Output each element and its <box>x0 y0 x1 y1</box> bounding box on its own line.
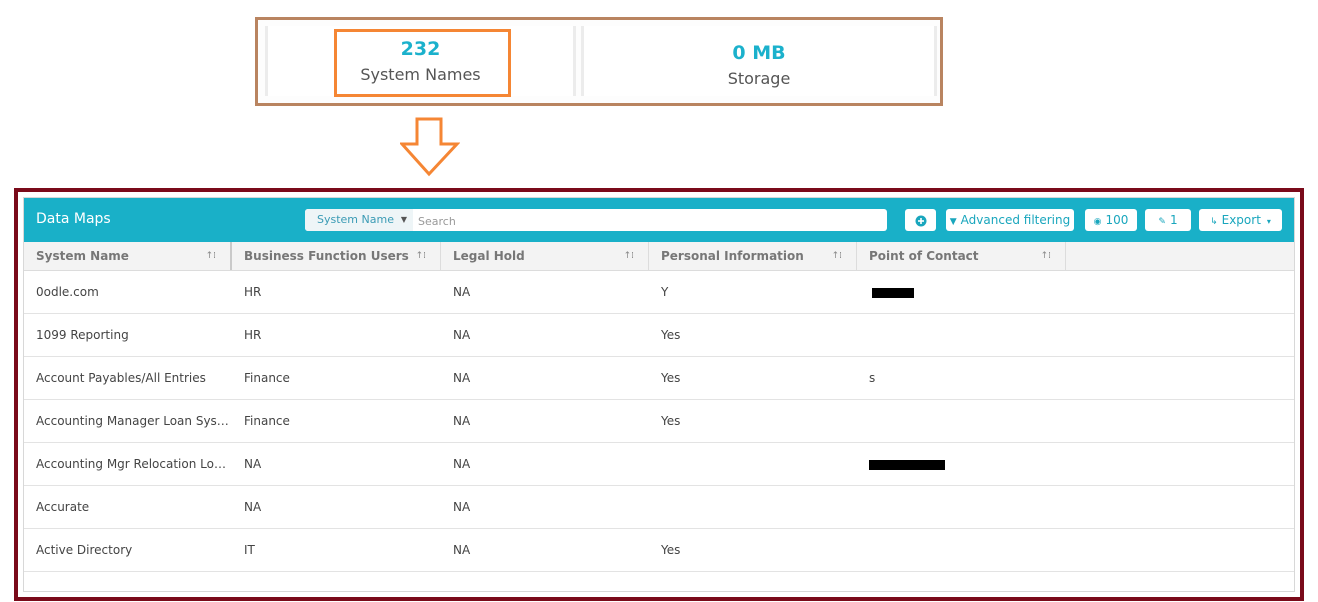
arrow-down-icon <box>400 117 460 177</box>
column-header-label: Legal Hold <box>453 249 525 263</box>
cell-legal-hold: NA <box>453 500 471 514</box>
cell-personal-information: Yes <box>661 414 681 428</box>
visible-count-label: 100 <box>1105 213 1129 227</box>
column-header-label: Personal Information <box>661 249 804 263</box>
redaction-bar <box>869 460 945 470</box>
cell-personal-information: Yes <box>661 543 681 557</box>
column-header-label: System Name <box>36 249 129 263</box>
advanced-filtering-label: Advanced filtering <box>960 213 1071 227</box>
add-button[interactable] <box>905 209 936 231</box>
advanced-filtering-button[interactable]: ▼ Advanced filtering <box>946 209 1074 231</box>
column-header-personal-information[interactable]: Personal Information ↑⁞ <box>649 242 857 270</box>
cell-point-of-contact <box>857 314 1066 356</box>
export-label: Export <box>1221 213 1261 227</box>
cell-business-function-users: IT <box>244 543 255 557</box>
search-bar: System Name ▼ <box>305 209 887 233</box>
plus-circle-icon <box>915 215 926 226</box>
cell-business-function-users: NA <box>244 457 262 471</box>
panel-title: Data Maps <box>36 211 111 227</box>
cell-point-of-contact: s <box>869 371 876 385</box>
redaction-bar <box>872 288 914 298</box>
cell-system-name[interactable]: Accounting Manager Loan Syste... <box>24 400 232 442</box>
search-field-select-label: System Name <box>317 213 394 226</box>
cell-point-of-contact <box>857 529 1066 571</box>
storage-value: 0 MB <box>732 42 786 64</box>
column-header-label: Business Function Users <box>244 249 409 263</box>
chevron-down-icon: ▼ <box>400 215 407 224</box>
cell-legal-hold: NA <box>453 543 471 557</box>
search-field-select[interactable]: System Name ▼ <box>305 209 413 231</box>
cell-legal-hold: NA <box>453 457 471 471</box>
sort-icon[interactable]: ↑⁞ <box>416 242 426 270</box>
column-header-system-name[interactable]: System Name ↑⁞ <box>24 242 232 270</box>
cell-system-name[interactable]: Active Directory <box>24 529 232 571</box>
table-row[interactable]: Account Payables/All Entries Finance NA … <box>24 357 1294 400</box>
cell-point-of-contact <box>857 400 1066 442</box>
cell-system-name[interactable]: Account Payables/All Entries <box>24 357 232 399</box>
sort-icon[interactable]: ↑⁞ <box>832 242 842 270</box>
cell-personal-information <box>649 486 857 528</box>
sort-icon[interactable]: ↑⁞ <box>1041 242 1051 270</box>
filter-icon: ▼ <box>949 217 957 227</box>
sort-icon[interactable]: ↑⁞ <box>206 242 216 270</box>
cell-legal-hold: NA <box>453 285 471 299</box>
data-maps-frame: Data Maps System Name ▼ ▼Advanced filter… <box>14 188 1304 601</box>
table-row[interactable]: 1099 Reporting HR NA Yes <box>24 314 1294 357</box>
export-icon: ↳ <box>1210 217 1218 227</box>
cell-business-function-users: Finance <box>244 371 290 385</box>
table-row[interactable]: Accounting Mgr Relocation Loa... NA NA <box>24 443 1294 486</box>
cell-point-of-contact <box>857 486 1066 528</box>
table-row[interactable]: Accurate NA NA <box>24 486 1294 529</box>
cell-business-function-users: NA <box>244 500 262 514</box>
cell-legal-hold: NA <box>453 328 471 342</box>
table-row[interactable]: Active Directory IT NA Yes <box>24 529 1294 572</box>
column-header-business-function-users[interactable]: Business Function Users ↑⁞ <box>232 242 441 270</box>
table-row[interactable]: 0odle.com HR NA Y <box>24 271 1294 314</box>
cell-system-name[interactable]: 0odle.com <box>24 271 232 313</box>
highlight-callout-box <box>334 29 511 97</box>
sort-icon[interactable]: ↑⁞ <box>624 242 634 270</box>
cell-system-name[interactable]: Accounting Mgr Relocation Loa... <box>24 443 232 485</box>
export-button[interactable]: ↳ Export ▾ <box>1199 209 1282 231</box>
pinned-count-label: 1 <box>1169 213 1178 227</box>
data-maps-panel: Data Maps System Name ▼ ▼Advanced filter… <box>23 197 1295 592</box>
storage-label: Storage <box>727 69 791 88</box>
table-row[interactable]: Accounting Manager Loan Syste... Finance… <box>24 400 1294 443</box>
cell-legal-hold: NA <box>453 414 471 428</box>
storage-card[interactable]: 0 MB Storage <box>581 26 937 96</box>
cell-system-name[interactable]: 1099 Reporting <box>24 314 232 356</box>
visible-columns-button[interactable]: ◉ 100 <box>1085 209 1137 231</box>
pin-button[interactable]: ✎ 1 <box>1145 209 1191 231</box>
column-header-point-of-contact[interactable]: Point of Contact ↑⁞ <box>857 242 1066 270</box>
cell-personal-information <box>649 443 857 485</box>
column-header-label: Point of Contact <box>869 249 979 263</box>
pin-icon: ✎ <box>1158 217 1166 227</box>
grid-header: System Name ↑⁞ Business Function Users ↑… <box>24 242 1294 271</box>
cell-personal-information: Yes <box>661 328 681 342</box>
cell-business-function-users: Finance <box>244 414 290 428</box>
data-maps-toolbar: Data Maps System Name ▼ ▼Advanced filter… <box>24 198 1294 242</box>
chevron-down-icon: ▾ <box>1266 217 1271 226</box>
cell-personal-information: Y <box>661 285 669 299</box>
cell-business-function-users: HR <box>244 285 262 299</box>
cell-legal-hold: NA <box>453 371 471 385</box>
cell-system-name[interactable]: Accurate <box>24 486 232 528</box>
cell-personal-information: Yes <box>661 371 681 385</box>
cell-business-function-users: HR <box>244 328 262 342</box>
column-header-legal-hold[interactable]: Legal Hold ↑⁞ <box>441 242 649 270</box>
search-input[interactable] <box>416 209 880 233</box>
eye-icon: ◉ <box>1093 217 1102 227</box>
